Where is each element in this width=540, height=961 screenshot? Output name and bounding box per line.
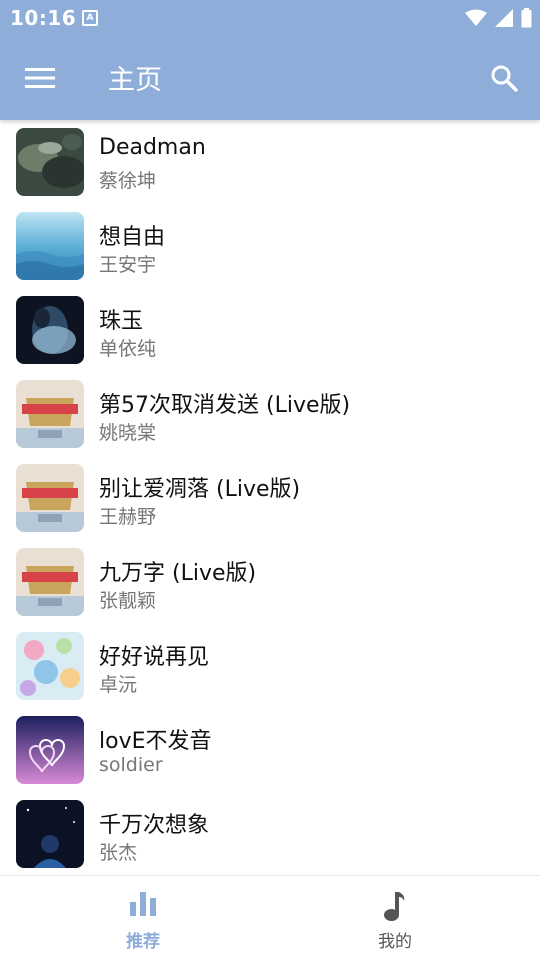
tab-label: 推荐: [126, 932, 160, 952]
song-title: 好好说再见: [99, 645, 210, 670]
song-item[interactable]: 别让爱凋落 (Live版) 王赫野: [0, 456, 540, 540]
song-title: 九万字 (Live版): [99, 561, 257, 586]
song-item[interactable]: 九万字 (Live版) 张靓颖: [0, 540, 540, 624]
song-artist: soldier: [99, 754, 163, 776]
page-title: 主页: [108, 65, 162, 96]
song-item[interactable]: 第57次取消发送 (Live版) 姚晓棠: [0, 372, 540, 456]
song-title: 珠玉: [99, 309, 144, 334]
song-title: lovE不发音: [99, 729, 212, 754]
song-artist: 姚晓棠: [99, 422, 157, 444]
song-item[interactable]: Deadman 蔡徐坤: [0, 120, 540, 204]
album-cover: [16, 464, 84, 532]
song-item[interactable]: 千万次想象 张杰: [0, 792, 540, 875]
menu-button[interactable]: [16, 54, 64, 102]
song-title: 第57次取消发送 (Live版): [99, 393, 351, 418]
signal-icon: [495, 9, 513, 27]
menu-icon: [25, 68, 55, 88]
song-artist: 张靓颖: [99, 590, 157, 612]
status-bar: 10:16 A: [0, 0, 540, 36]
tab-label: 我的: [378, 932, 412, 952]
bar-chart-icon: [130, 892, 156, 916]
song-item[interactable]: lovE不发音 soldier: [0, 708, 540, 792]
album-cover: [16, 716, 84, 784]
search-icon: [491, 65, 518, 92]
system-icons: [465, 7, 532, 29]
song-artist: 王安宇: [99, 254, 157, 276]
song-artist: 卓沅: [99, 674, 138, 696]
toolbar: 主页: [0, 36, 540, 120]
song-title: Deadman: [99, 135, 206, 160]
song-artist: 王赫野: [99, 506, 157, 528]
tab-mine[interactable]: 我的: [260, 876, 530, 961]
search-button[interactable]: [480, 54, 528, 102]
album-cover: [16, 800, 84, 868]
song-list: Deadman 蔡徐坤 想自由 王安宇 珠玉 单依纯 第57次取消发送 (Liv…: [0, 120, 540, 875]
tab-recommend[interactable]: 推荐: [8, 876, 278, 961]
album-cover: [16, 128, 84, 196]
battery-icon: [521, 8, 532, 28]
song-artist: 单依纯: [99, 338, 157, 360]
song-item[interactable]: 好好说再见 卓沅: [0, 624, 540, 708]
song-artist: 张杰: [99, 842, 138, 864]
song-artist: 蔡徐坤: [99, 170, 157, 192]
song-title: 别让爱凋落 (Live版): [99, 477, 301, 502]
music-note-icon: [384, 892, 405, 921]
album-cover: [16, 212, 84, 280]
song-item[interactable]: 想自由 王安宇: [0, 204, 540, 288]
wifi-icon: [465, 9, 487, 26]
status-time: 10:16: [10, 6, 77, 30]
album-cover: [16, 632, 84, 700]
song-item[interactable]: 珠玉 单依纯: [0, 288, 540, 372]
app-bar: 10:16 A 主页: [0, 0, 540, 120]
song-title: 想自由: [99, 225, 166, 250]
album-cover: [16, 296, 84, 364]
bottom-navigation: 推荐 我的: [0, 875, 540, 961]
album-cover: [16, 548, 84, 616]
song-title: 千万次想象: [99, 813, 210, 838]
notification-icon: A: [82, 10, 98, 26]
album-cover: [16, 380, 84, 448]
